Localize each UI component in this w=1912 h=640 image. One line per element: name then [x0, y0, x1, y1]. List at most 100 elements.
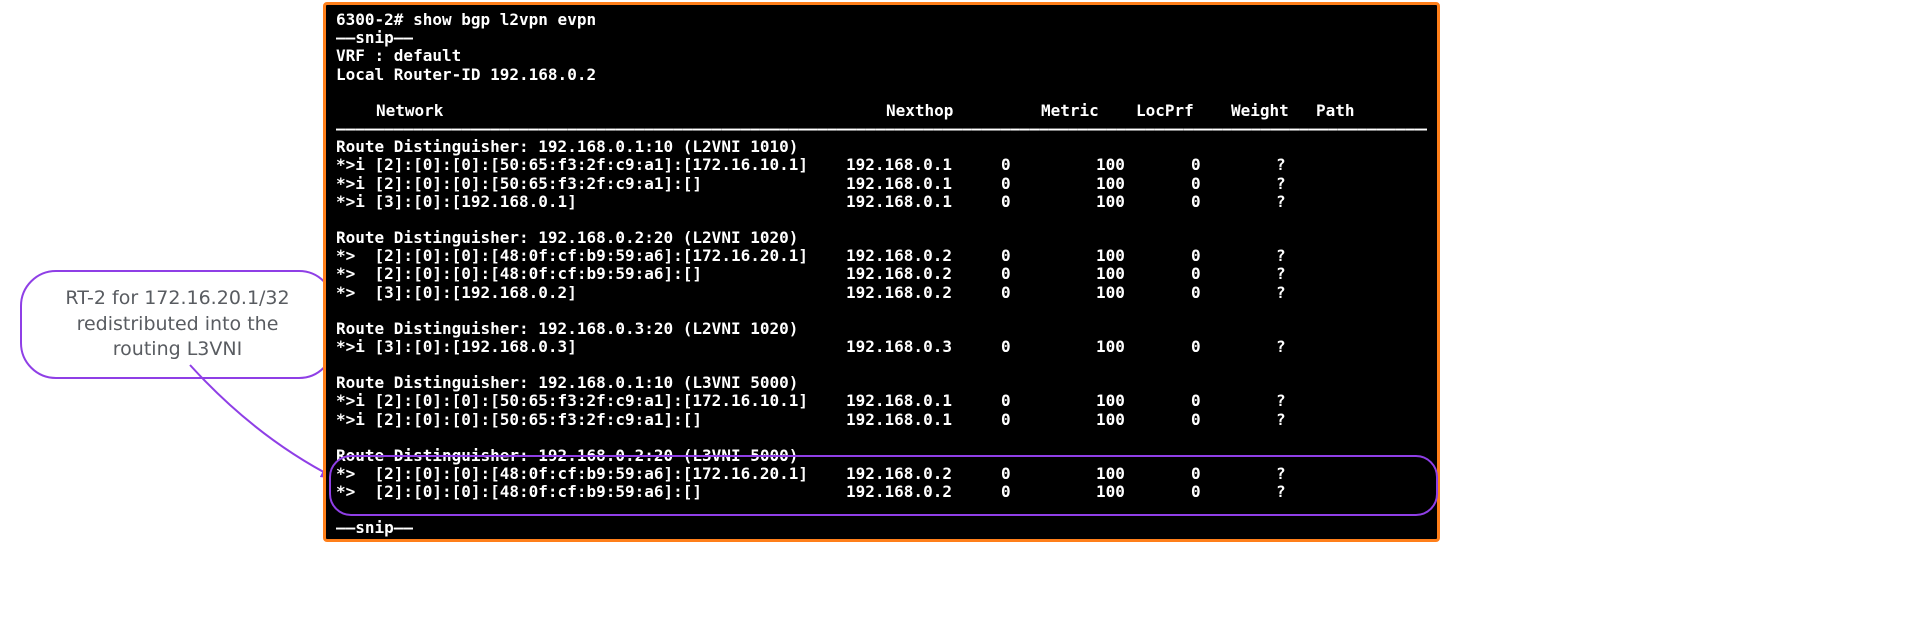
cell-weight: 0 — [1191, 156, 1276, 174]
rd-header: Route Distinguisher: 192.168.0.1:10 (L2V… — [336, 138, 1427, 156]
cell-path: ? — [1276, 265, 1316, 283]
cell-nexthop: 192.168.0.1 — [846, 411, 1001, 429]
cell-network: *> [3]:[0]:[192.168.0.2] — [336, 284, 846, 302]
route-row: *>i [3]:[0]:[192.168.0.3]192.168.0.30100… — [336, 338, 1427, 356]
route-row: *>i [2]:[0]:[0]:[50:65:f3:2f:c9:a1]:[]19… — [336, 175, 1427, 193]
cell-locprf: 100 — [1096, 193, 1191, 211]
callout-bubble: RT-2 for 172.16.20.1/32 redistributed in… — [20, 270, 335, 379]
cell-network: *> [2]:[0]:[0]:[48:0f:cf:b9:59:a6]:[] — [336, 265, 846, 283]
col-locprf: LocPrf — [1136, 102, 1231, 120]
cell-metric: 0 — [1001, 392, 1096, 410]
cell-metric: 0 — [1001, 338, 1096, 356]
cell-weight: 0 — [1191, 193, 1276, 211]
cell-locprf: 100 — [1096, 483, 1191, 501]
col-nexthop: Nexthop — [886, 102, 1041, 120]
cell-nexthop: 192.168.0.1 — [846, 193, 1001, 211]
stage: RT-2 for 172.16.20.1/32 redistributed in… — [0, 0, 1912, 640]
blank-line — [336, 356, 1427, 374]
blank-line — [336, 429, 1427, 447]
cell-metric: 0 — [1001, 265, 1096, 283]
route-row: *>i [2]:[0]:[0]:[50:65:f3:2f:c9:a1]:[172… — [336, 156, 1427, 174]
route-row: *> [2]:[0]:[0]:[48:0f:cf:b9:59:a6]:[]192… — [336, 483, 1427, 501]
terminal-window[interactable]: 6300-2# show bgp l2vpn evpn ——snip—— VRF… — [323, 2, 1440, 542]
route-row: *>i [2]:[0]:[0]:[50:65:f3:2f:c9:a1]:[]19… — [336, 411, 1427, 429]
cell-nexthop: 192.168.0.1 — [846, 156, 1001, 174]
cell-path: ? — [1276, 175, 1316, 193]
blank-line — [336, 211, 1427, 229]
rd-header-text: Route Distinguisher: 192.168.0.1:10 (L3V… — [336, 373, 798, 392]
cell-nexthop: 192.168.0.2 — [846, 465, 1001, 483]
cell-locprf: 100 — [1096, 284, 1191, 302]
cell-locprf: 100 — [1096, 392, 1191, 410]
cell-metric: 0 — [1001, 175, 1096, 193]
rd-header: Route Distinguisher: 192.168.0.1:10 (L3V… — [336, 374, 1427, 392]
cell-locprf: 100 — [1096, 411, 1191, 429]
cell-network: *>i [3]:[0]:[192.168.0.1] — [336, 193, 846, 211]
cell-nexthop: 192.168.0.2 — [846, 483, 1001, 501]
terminal-prompt: 6300-2# show bgp l2vpn evpn — [336, 10, 596, 29]
route-row: *> [2]:[0]:[0]:[48:0f:cf:b9:59:a6]:[172.… — [336, 465, 1427, 483]
cell-nexthop: 192.168.0.2 — [846, 247, 1001, 265]
cell-path: ? — [1276, 284, 1316, 302]
cell-path: ? — [1276, 392, 1316, 410]
cell-metric: 0 — [1001, 284, 1096, 302]
blank-line — [336, 84, 1427, 102]
cell-metric: 0 — [1001, 483, 1096, 501]
cell-network: *> [2]:[0]:[0]:[48:0f:cf:b9:59:a6]:[172.… — [336, 465, 846, 483]
cell-weight: 0 — [1191, 465, 1276, 483]
col-weight: Weight — [1231, 102, 1316, 120]
cell-nexthop: 192.168.0.1 — [846, 175, 1001, 193]
cell-nexthop: 192.168.0.1 — [846, 392, 1001, 410]
cell-network: *>i [3]:[0]:[192.168.0.3] — [336, 338, 846, 356]
cell-network: *>i [2]:[0]:[0]:[50:65:f3:2f:c9:a1]:[] — [336, 175, 846, 193]
cell-network: *>i [2]:[0]:[0]:[50:65:f3:2f:c9:a1]:[] — [336, 411, 846, 429]
cell-network: *>i [2]:[0]:[0]:[50:65:f3:2f:c9:a1]:[172… — [336, 392, 846, 410]
cell-metric: 0 — [1001, 193, 1096, 211]
cell-locprf: 100 — [1096, 175, 1191, 193]
cell-path: ? — [1276, 193, 1316, 211]
cell-path: ? — [1276, 411, 1316, 429]
cell-weight: 0 — [1191, 483, 1276, 501]
cell-nexthop: 192.168.0.3 — [846, 338, 1001, 356]
callout-text: RT-2 for 172.16.20.1/32 redistributed in… — [65, 287, 289, 360]
snip-top: ——snip—— — [336, 28, 413, 47]
cell-path: ? — [1276, 483, 1316, 501]
cell-nexthop: 192.168.0.2 — [846, 284, 1001, 302]
blank-line — [336, 302, 1427, 320]
cell-weight: 0 — [1191, 338, 1276, 356]
cell-path: ? — [1276, 247, 1316, 265]
rd-header-text: Route Distinguisher: 192.168.0.3:20 (L2V… — [336, 319, 798, 338]
cell-locprf: 100 — [1096, 265, 1191, 283]
cell-path: ? — [1276, 156, 1316, 174]
cell-network: *> [2]:[0]:[0]:[48:0f:cf:b9:59:a6]:[172.… — [336, 247, 846, 265]
rd-header-text: Route Distinguisher: 192.168.0.2:20 (L2V… — [336, 228, 798, 247]
cell-metric: 0 — [1001, 411, 1096, 429]
blank-line — [336, 501, 1427, 519]
cell-weight: 0 — [1191, 284, 1276, 302]
column-header-row: Network Nexthop Metric LocPrf Weight Pat… — [336, 102, 1427, 120]
cell-metric: 0 — [1001, 247, 1096, 265]
cell-locprf: 100 — [1096, 156, 1191, 174]
cell-network: *> [2]:[0]:[0]:[48:0f:cf:b9:59:a6]:[] — [336, 483, 846, 501]
rd-header: Route Distinguisher: 192.168.0.2:20 (L3V… — [336, 447, 1427, 465]
col-path: Path — [1316, 102, 1356, 120]
route-groups: Route Distinguisher: 192.168.0.1:10 (L2V… — [336, 138, 1427, 501]
rd-header-text: Route Distinguisher: 192.168.0.2:20 (L3V… — [336, 446, 798, 465]
rd-header-text: Route Distinguisher: 192.168.0.1:10 (L2V… — [336, 137, 798, 156]
router-id-line: Local Router-ID 192.168.0.2 — [336, 65, 596, 84]
snip-bottom: ——snip—— — [336, 518, 413, 537]
route-row: *> [2]:[0]:[0]:[48:0f:cf:b9:59:a6]:[172.… — [336, 247, 1427, 265]
cell-locprf: 100 — [1096, 247, 1191, 265]
cell-weight: 0 — [1191, 247, 1276, 265]
cell-weight: 0 — [1191, 392, 1276, 410]
vrf-line: VRF : default — [336, 46, 461, 65]
rd-header: Route Distinguisher: 192.168.0.2:20 (L2V… — [336, 229, 1427, 247]
divider-line: ————————————————————————————————————————… — [336, 120, 1427, 138]
cell-weight: 0 — [1191, 411, 1276, 429]
cell-network: *>i [2]:[0]:[0]:[50:65:f3:2f:c9:a1]:[172… — [336, 156, 846, 174]
cell-path: ? — [1276, 465, 1316, 483]
route-row: *> [3]:[0]:[192.168.0.2]192.168.0.201000… — [336, 284, 1427, 302]
cell-locprf: 100 — [1096, 338, 1191, 356]
cell-weight: 0 — [1191, 265, 1276, 283]
col-network: Network — [336, 102, 886, 120]
